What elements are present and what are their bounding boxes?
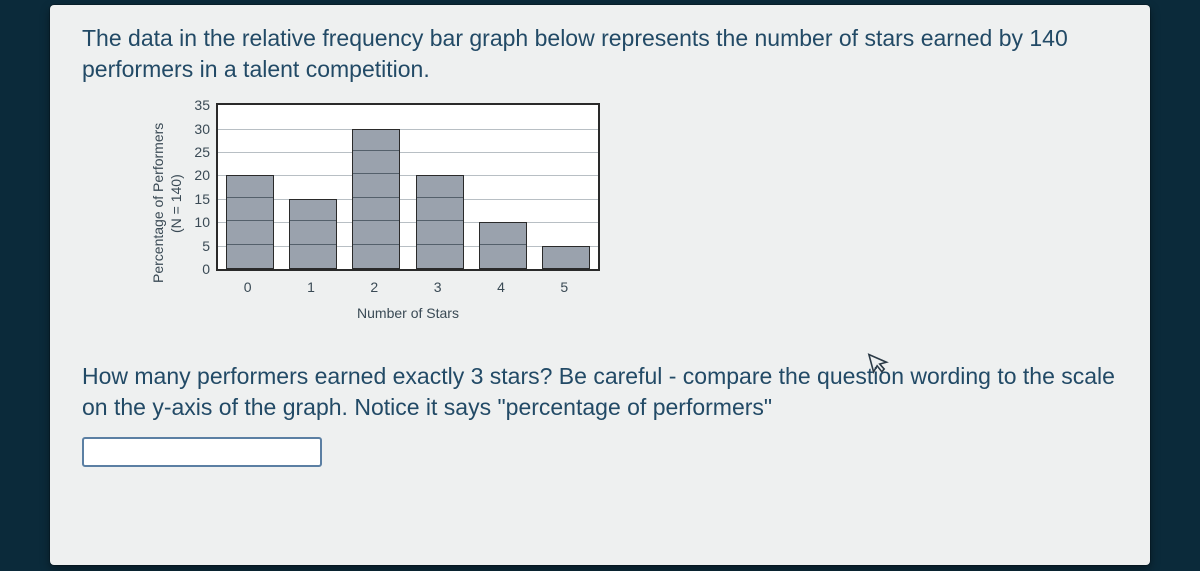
- plot-area: [216, 103, 600, 271]
- x-tick-label: 3: [434, 279, 442, 295]
- x-tick-label: 2: [370, 279, 378, 295]
- question-text: How many performers earned exactly 3 sta…: [82, 361, 1118, 423]
- grid-line: [218, 152, 598, 153]
- bar: [479, 222, 527, 269]
- intro-text: The data in the relative frequency bar g…: [82, 23, 1118, 85]
- grid-line: [218, 199, 598, 200]
- x-tick-label: 1: [307, 279, 315, 295]
- question-card: The data in the relative frequency bar g…: [50, 5, 1150, 565]
- grid-line: [218, 222, 598, 223]
- x-axis-label: Number of Stars: [216, 305, 600, 321]
- y-tick-label: 5: [180, 238, 210, 254]
- y-axis-ticks: 05101520253035: [180, 103, 210, 271]
- grid-line: [218, 129, 598, 130]
- bar: [416, 175, 464, 269]
- y-tick-label: 25: [180, 144, 210, 160]
- bar: [289, 199, 337, 269]
- answer-input[interactable]: [82, 437, 322, 467]
- y-tick-label: 15: [180, 191, 210, 207]
- grid-line: [218, 175, 598, 176]
- y-tick-label: 30: [180, 121, 210, 137]
- x-tick-label: 4: [497, 279, 505, 295]
- bar-chart: Percentage of Performers (N = 140) 05101…: [142, 103, 702, 333]
- x-tick-label: 0: [244, 279, 252, 295]
- grid-line: [218, 246, 598, 247]
- bar: [542, 246, 590, 269]
- y-tick-label: 10: [180, 214, 210, 230]
- x-tick-label: 5: [560, 279, 568, 295]
- y-axis-label: Percentage of Performers: [150, 123, 166, 283]
- y-tick-label: 35: [180, 97, 210, 113]
- bar: [352, 129, 400, 270]
- bar: [226, 175, 274, 269]
- y-tick-label: 0: [180, 261, 210, 277]
- y-tick-label: 20: [180, 167, 210, 183]
